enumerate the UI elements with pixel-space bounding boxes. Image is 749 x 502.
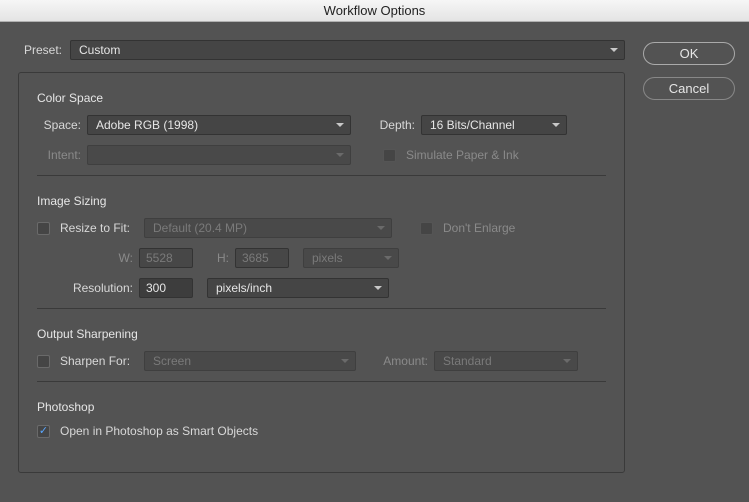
sharpen-for-select: Screen bbox=[144, 351, 356, 371]
dont-enlarge-label: Don't Enlarge bbox=[443, 221, 515, 235]
right-column: OK Cancel bbox=[643, 40, 735, 473]
preset-value: Custom bbox=[79, 43, 120, 57]
size-unit-value: pixels bbox=[312, 251, 343, 265]
resize-value: Default (20.4 MP) bbox=[153, 221, 247, 235]
resolution-unit-select[interactable]: pixels/inch bbox=[207, 278, 389, 298]
dont-enlarge-checkbox bbox=[420, 222, 433, 235]
color-space-group: Color Space Space: Adobe RGB (1998) Dept… bbox=[37, 91, 606, 165]
window-title: Workflow Options bbox=[324, 3, 426, 18]
titlebar: Workflow Options bbox=[0, 0, 749, 22]
space-value: Adobe RGB (1998) bbox=[96, 118, 198, 132]
resize-label: Resize to Fit: bbox=[60, 221, 138, 235]
height-value: 3685 bbox=[242, 251, 269, 265]
simulate-checkbox bbox=[383, 149, 396, 162]
smart-objects-checkbox[interactable] bbox=[37, 425, 50, 438]
sharpen-title: Output Sharpening bbox=[37, 327, 606, 341]
height-input: 3685 bbox=[235, 248, 289, 268]
depth-select[interactable]: 16 Bits/Channel bbox=[421, 115, 567, 135]
amount-select: Standard bbox=[434, 351, 578, 371]
resolution-value: 300 bbox=[146, 281, 166, 295]
separator bbox=[37, 175, 606, 176]
depth-label: Depth: bbox=[363, 118, 415, 132]
amount-value: Standard bbox=[443, 354, 492, 368]
size-unit-select: pixels bbox=[303, 248, 399, 268]
color-space-title: Color Space bbox=[37, 91, 606, 105]
sharpen-checkbox[interactable] bbox=[37, 355, 50, 368]
sharpen-for-value: Screen bbox=[153, 354, 191, 368]
smart-objects-label: Open in Photoshop as Smart Objects bbox=[60, 424, 258, 438]
ok-button[interactable]: OK bbox=[643, 42, 735, 65]
image-sizing-group: Image Sizing Resize to Fit: Default (20.… bbox=[37, 194, 606, 298]
w-label: W: bbox=[111, 251, 133, 265]
resize-select: Default (20.4 MP) bbox=[144, 218, 392, 238]
resolution-label: Resolution: bbox=[67, 281, 133, 295]
preset-label: Preset: bbox=[18, 43, 62, 57]
intent-label: Intent: bbox=[37, 148, 81, 162]
depth-value: 16 Bits/Channel bbox=[430, 118, 515, 132]
cancel-label: Cancel bbox=[669, 81, 709, 96]
width-input: 5528 bbox=[139, 248, 193, 268]
separator bbox=[37, 308, 606, 309]
preset-row: Preset: Custom bbox=[18, 40, 625, 60]
resolution-input[interactable]: 300 bbox=[139, 278, 193, 298]
space-label: Space: bbox=[37, 118, 81, 132]
sharpen-group: Output Sharpening Sharpen For: Screen Am… bbox=[37, 327, 606, 371]
left-column: Preset: Custom Color Space Space: Adobe … bbox=[18, 40, 625, 473]
resize-checkbox[interactable] bbox=[37, 222, 50, 235]
width-value: 5528 bbox=[146, 251, 173, 265]
main-panel: Color Space Space: Adobe RGB (1998) Dept… bbox=[18, 72, 625, 473]
photoshop-group: Photoshop Open in Photoshop as Smart Obj… bbox=[37, 400, 606, 438]
h-label: H: bbox=[207, 251, 229, 265]
photoshop-title: Photoshop bbox=[37, 400, 606, 414]
ok-label: OK bbox=[680, 46, 699, 61]
image-sizing-title: Image Sizing bbox=[37, 194, 606, 208]
resolution-unit-value: pixels/inch bbox=[216, 281, 272, 295]
cancel-button[interactable]: Cancel bbox=[643, 77, 735, 100]
preset-select[interactable]: Custom bbox=[70, 40, 625, 60]
space-select[interactable]: Adobe RGB (1998) bbox=[87, 115, 351, 135]
intent-select bbox=[87, 145, 351, 165]
sharpen-for-label: Sharpen For: bbox=[60, 354, 138, 368]
separator bbox=[37, 381, 606, 382]
amount-label: Amount: bbox=[370, 354, 428, 368]
content-area: Preset: Custom Color Space Space: Adobe … bbox=[0, 22, 749, 473]
simulate-label: Simulate Paper & Ink bbox=[406, 148, 519, 162]
